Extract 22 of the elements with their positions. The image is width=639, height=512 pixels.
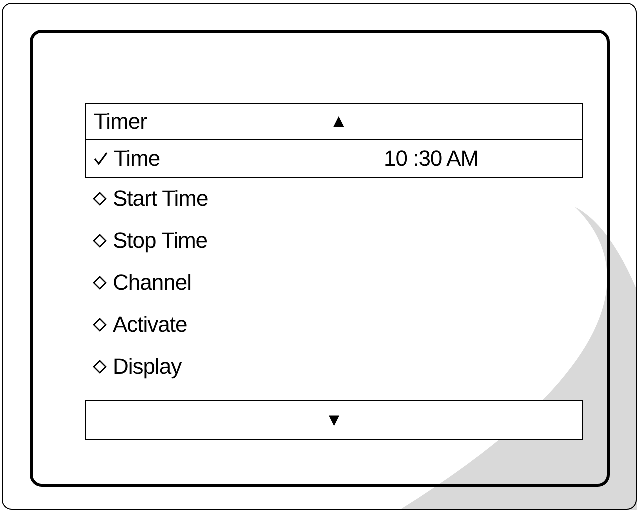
diamond-icon (93, 360, 107, 374)
menu-item[interactable]: Start Time (85, 178, 208, 220)
item-label: Start Time (113, 186, 208, 212)
menu-title: Timer (94, 108, 148, 134)
item-value: 10 :30 AM (384, 146, 479, 172)
diamond-icon (93, 234, 107, 248)
diamond-icon (93, 276, 107, 290)
diamond-icon (93, 192, 107, 206)
item-label: Stop Time (113, 228, 208, 254)
scroll-up-arrow[interactable]: ▲ (330, 111, 348, 132)
scroll-down-arrow[interactable]: ▼ (325, 410, 343, 430)
check-icon (94, 152, 108, 166)
menu-item[interactable]: Display (85, 346, 182, 388)
item-label: Activate (113, 312, 188, 338)
menu-item[interactable]: Activate (85, 304, 188, 346)
item-label: Time (114, 146, 162, 172)
menu-item[interactable]: Time 10 :30 AM (85, 140, 583, 178)
diamond-icon (93, 318, 107, 332)
menu-item[interactable]: Stop Time (85, 220, 208, 262)
menu-item[interactable]: Channel (85, 262, 192, 304)
item-label: Display (113, 354, 182, 380)
item-label: Channel (113, 270, 192, 296)
